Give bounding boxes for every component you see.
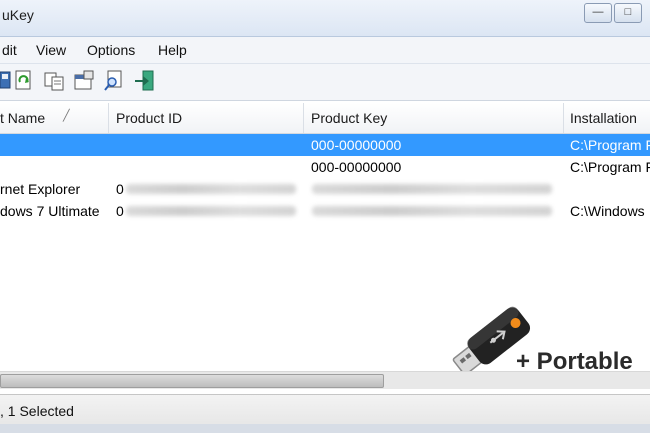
find-button[interactable]: [104, 70, 124, 92]
cell-name: rnet Explorer: [0, 181, 81, 197]
column-header-product-key[interactable]: Product Key: [311, 110, 387, 126]
redacted-product-key: [312, 206, 552, 216]
refresh-icon: [15, 70, 31, 90]
list-header: t Name ╱ Product ID Product Key Installa…: [0, 103, 650, 134]
cell-name: dows 7 Ultimate: [0, 203, 100, 219]
properties-icon: [74, 70, 94, 90]
refresh-button[interactable]: [14, 70, 34, 92]
copy-button[interactable]: [44, 70, 64, 92]
column-divider[interactable]: [563, 103, 564, 133]
minimize-button[interactable]: —: [584, 3, 612, 23]
redacted-product-id: [126, 206, 296, 216]
save-icon: [0, 71, 11, 89]
column-divider[interactable]: [108, 103, 109, 133]
cell-installation: C:\Program F: [570, 159, 650, 175]
window-bottom-border: [0, 424, 650, 433]
maximize-button[interactable]: □: [614, 3, 642, 23]
cell-product-id: 0: [116, 203, 124, 219]
cell-installation: C:\Program F: [570, 137, 650, 153]
copy-icon: [44, 72, 64, 91]
minimize-icon: —: [592, 6, 604, 18]
horizontal-scrollbar[interactable]: [0, 371, 650, 389]
scrollbar-thumb[interactable]: [0, 374, 384, 388]
column-header-product-id[interactable]: Product ID: [116, 110, 182, 126]
sort-indicator-icon: ╱: [63, 110, 70, 122]
window-title: uKey: [2, 7, 34, 23]
column-header-name[interactable]: t Name: [0, 110, 45, 126]
find-icon: [104, 70, 122, 91]
exit-icon: [135, 70, 154, 91]
exit-button[interactable]: [134, 70, 154, 92]
menu-edit[interactable]: dit: [2, 42, 17, 58]
menu-help[interactable]: Help: [158, 42, 187, 58]
maximize-icon: □: [624, 6, 632, 18]
status-text: , 1 Selected: [0, 403, 74, 419]
properties-button[interactable]: [74, 70, 94, 92]
toolbar: [0, 64, 650, 101]
menu-view[interactable]: View: [36, 42, 66, 58]
table-row[interactable]: dows 7 Ultimate 0 C:\Windows: [0, 200, 650, 222]
table-row[interactable]: rnet Explorer 0: [0, 178, 650, 200]
column-header-installation[interactable]: Installation: [570, 110, 637, 126]
cell-installation: C:\Windows: [570, 203, 645, 219]
menu-options[interactable]: Options: [87, 42, 135, 58]
status-bar: , 1 Selected: [0, 394, 650, 425]
column-divider[interactable]: [303, 103, 304, 133]
title-bar: uKey — □: [0, 0, 650, 37]
cell-product-key: 000-00000000: [311, 137, 402, 153]
cell-product-id: 0: [116, 181, 124, 197]
table-row[interactable]: 000-00000000 C:\Program F: [0, 134, 650, 156]
cell-product-key: 000-00000000: [311, 159, 402, 175]
menu-bar: dit View Options Help: [0, 37, 650, 64]
redacted-product-key: [312, 184, 552, 194]
table-row[interactable]: 000-00000000 C:\Program F: [0, 156, 650, 178]
redacted-product-id: [126, 184, 296, 194]
